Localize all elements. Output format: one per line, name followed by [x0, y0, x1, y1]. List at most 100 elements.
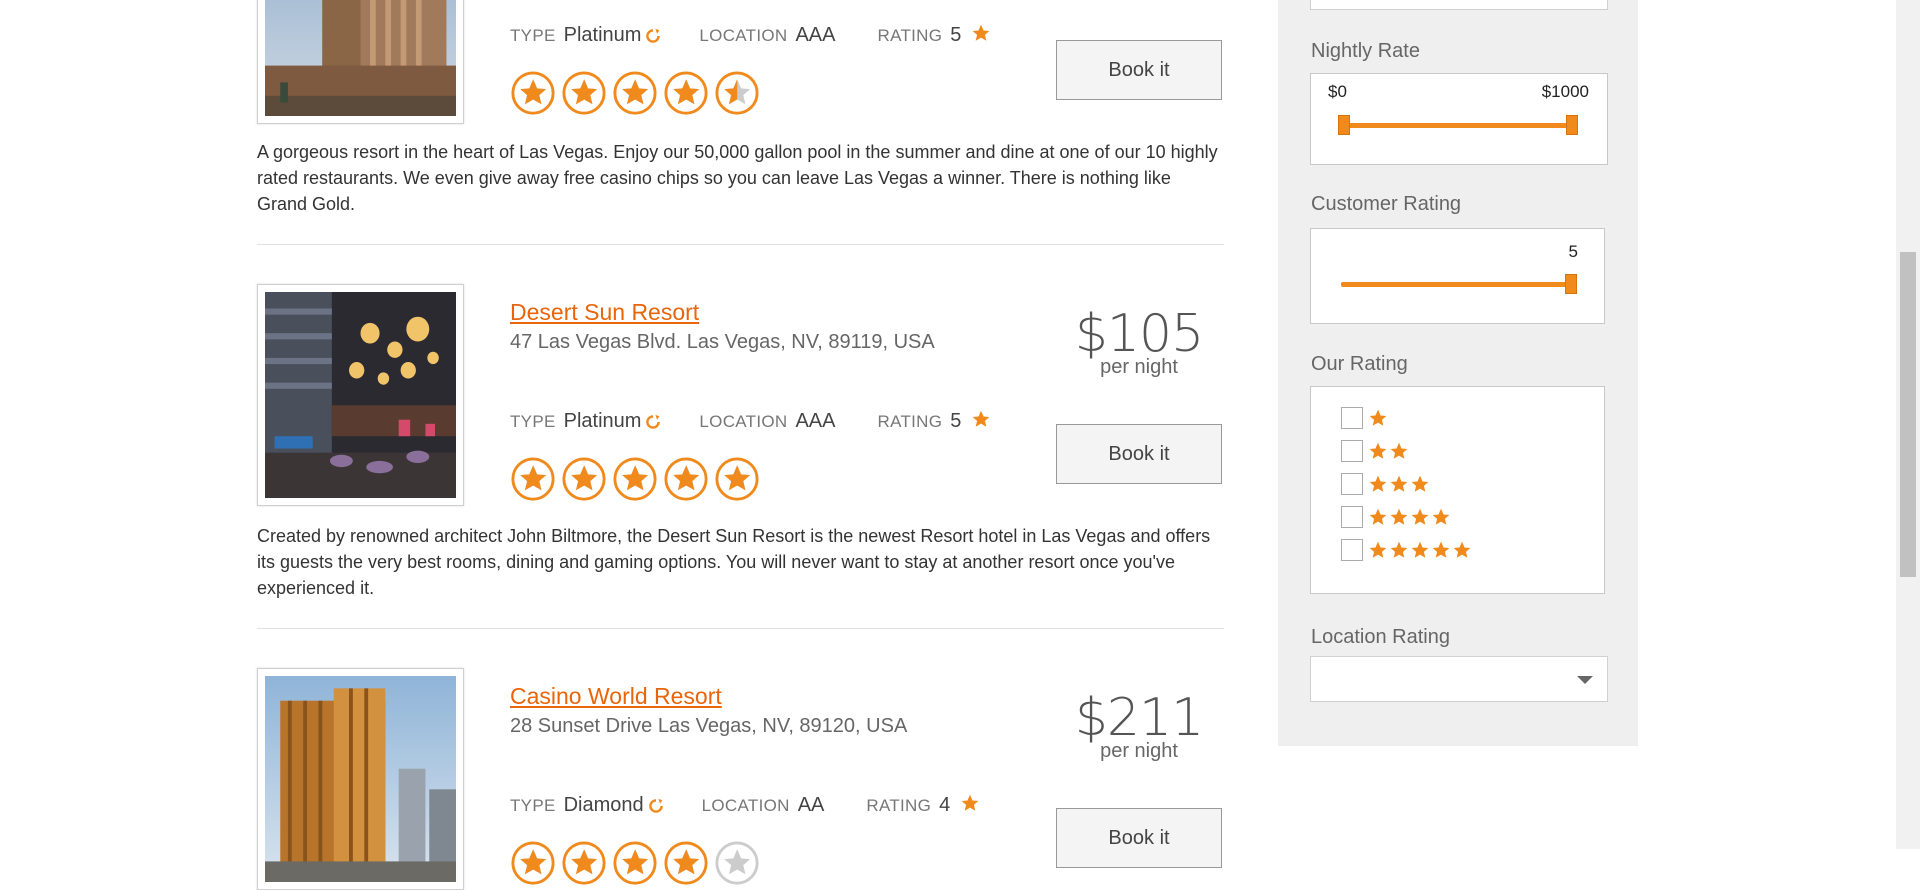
star-icon	[1411, 508, 1429, 525]
nightly-rate-min: $0	[1328, 82, 1347, 101]
listing-divider	[257, 244, 1224, 245]
star-rating-icon	[664, 841, 708, 885]
book-it-button[interactable]: Book it	[1056, 808, 1222, 868]
refresh-icon[interactable]	[648, 798, 664, 814]
type-label: TYPE	[510, 795, 556, 815]
location-label: LOCATION	[699, 25, 788, 45]
star-rating-icon	[664, 457, 708, 501]
our-rating-checkbox[interactable]	[1341, 473, 1363, 495]
book-it-button[interactable]: Book it	[1056, 424, 1222, 484]
hotel-name-link[interactable]: Casino World Resort	[510, 683, 722, 710]
star-rating-icon	[562, 71, 606, 115]
type-label: TYPE	[510, 25, 556, 45]
location-value: AAA	[795, 24, 836, 46]
hotel-photo[interactable]	[257, 0, 464, 124]
star-icon	[1390, 508, 1408, 525]
customer-rating-track	[1341, 282, 1571, 287]
our-rating-checkbox[interactable]	[1341, 506, 1363, 528]
star-icon	[1369, 475, 1387, 492]
star-icon	[1390, 541, 1408, 558]
star-icon	[1432, 541, 1450, 558]
star-icon	[961, 794, 979, 811]
filter-sidebar: Nightly Rate $0 $1000 Customer Rating 5 …	[1278, 0, 1638, 746]
star-icon	[1369, 409, 1387, 426]
nightly-rate-label: Nightly Rate	[1311, 40, 1420, 62]
our-rating-checkbox[interactable]	[1341, 539, 1363, 561]
our-rating-option-3[interactable]	[1341, 473, 1430, 495]
nightly-rate-slider: $0 $1000	[1310, 73, 1608, 165]
hotel-listing: Casino World Resort 28 Sunset Drive Las …	[257, 668, 1224, 890]
location-rating-select[interactable]	[1310, 656, 1608, 702]
rating-value: 5	[950, 410, 962, 432]
nightly-rate-track	[1344, 123, 1572, 128]
scrollbar-thumb[interactable]	[1900, 252, 1916, 577]
type-label: TYPE	[510, 411, 556, 431]
hotel-meta-row: TYPE Platinum LOCATION AAA RATING 5	[510, 410, 991, 433]
star-icon	[1369, 508, 1387, 525]
star-rating-icon	[511, 841, 555, 885]
star-rating	[510, 456, 760, 502]
customer-rating-value: 5	[1568, 242, 1578, 261]
location-value: AAA	[795, 410, 836, 432]
listing-divider	[257, 628, 1224, 629]
hotel-photo-image	[265, 676, 456, 882]
hotel-description: A gorgeous resort in the heart of Las Ve…	[257, 142, 1218, 214]
rating-value: 4	[939, 794, 951, 816]
star-icon	[1390, 442, 1408, 459]
star-rating	[510, 840, 760, 886]
hotel-photo[interactable]	[257, 668, 464, 890]
customer-rating-label: Customer Rating	[1311, 193, 1462, 215]
star-rating-icon	[715, 841, 759, 885]
location-label: LOCATION	[699, 411, 788, 431]
our-rating-option-5[interactable]	[1341, 539, 1472, 561]
hotel-address: 28 Sunset Drive Las Vegas, NV, 89120, US…	[510, 715, 908, 737]
star-rating-icon	[613, 457, 657, 501]
our-rating-checkbox[interactable]	[1341, 440, 1363, 462]
star-icon	[973, 410, 990, 427]
our-rating-option-2[interactable]	[1341, 440, 1409, 462]
nightly-rate-max-handle[interactable]	[1566, 115, 1578, 135]
location-rating-label: Location Rating	[1311, 626, 1450, 648]
price-amount: $211	[1074, 688, 1204, 748]
star-rating-icon	[715, 71, 759, 115]
price-amount: $105	[1074, 304, 1204, 364]
star-rating-icon	[664, 71, 708, 115]
chevron-down-icon	[1577, 676, 1593, 684]
star-icon	[973, 24, 990, 41]
type-value: Platinum	[563, 24, 642, 46]
customer-rating-handle[interactable]	[1565, 274, 1577, 294]
star-icon	[1369, 442, 1387, 459]
hotel-address: 47 Las Vegas Blvd. Las Vegas, NV, 89119,…	[510, 331, 935, 353]
our-rating-option-4[interactable]	[1341, 506, 1451, 528]
our-rating-checklist	[1310, 386, 1605, 594]
nightly-rate-max: $1000	[1541, 82, 1589, 101]
star-icon	[1432, 508, 1450, 525]
star-icon	[1411, 541, 1429, 558]
hotel-listing: Desert Sun Resort 47 Las Vegas Blvd. Las…	[257, 284, 1224, 634]
page-scrollbar[interactable]	[1896, 0, 1920, 849]
star-icon	[1453, 541, 1471, 558]
refresh-icon[interactable]	[645, 28, 661, 44]
star-rating-icon	[511, 71, 555, 115]
our-rating-option-1[interactable]	[1341, 407, 1388, 429]
search-input[interactable]	[1310, 0, 1608, 10]
star-rating-icon	[511, 457, 555, 501]
hotel-listing: TYPE Platinum LOCATION AAA RATING 5 Book…	[257, 0, 1224, 260]
our-rating-checkbox[interactable]	[1341, 407, 1363, 429]
star-rating	[510, 70, 760, 116]
our-rating-label: Our Rating	[1311, 353, 1408, 375]
star-icon	[1390, 475, 1408, 492]
hotel-description: Created by renowned architect John Biltm…	[257, 526, 1211, 598]
star-rating-icon	[613, 841, 657, 885]
nightly-rate-min-handle[interactable]	[1338, 115, 1350, 135]
customer-rating-slider: 5	[1310, 228, 1605, 324]
hotel-photo[interactable]	[257, 284, 464, 506]
hotel-meta-row: TYPE Platinum LOCATION AAA RATING 5	[510, 24, 991, 47]
book-it-button[interactable]: Book it	[1056, 40, 1222, 100]
hotel-meta-row: TYPE Diamond LOCATION AA RATING 4	[510, 794, 980, 817]
refresh-icon[interactable]	[645, 414, 661, 430]
hotel-name-link[interactable]: Desert Sun Resort	[510, 299, 699, 326]
star-rating-icon	[562, 841, 606, 885]
rating-label: RATING	[877, 411, 943, 431]
location-label: LOCATION	[701, 795, 790, 815]
